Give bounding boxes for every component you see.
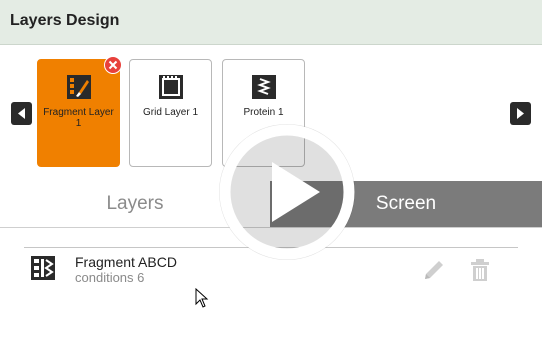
edit-pencil-icon[interactable]: [422, 258, 446, 282]
close-icon: [108, 60, 118, 70]
protein-icon: [252, 75, 276, 99]
chevron-right-icon: [517, 108, 524, 119]
carousel-next-button[interactable]: [510, 102, 531, 125]
mouse-cursor-icon: [195, 288, 209, 308]
layer-card-label: Protein 1: [243, 107, 284, 118]
chevron-left-icon: [18, 108, 25, 119]
layer-name: Fragment ABCD: [75, 254, 177, 270]
layer-conditions: conditions 6: [75, 270, 145, 285]
layer-card-label: Grid Layer 1: [142, 107, 199, 118]
play-icon[interactable]: [217, 122, 357, 262]
layer-card-fragment[interactable]: Fragment Layer 1: [37, 59, 120, 167]
carousel-prev-button[interactable]: [11, 102, 32, 125]
app-header: Layers Design: [0, 0, 542, 45]
trash-icon[interactable]: [469, 258, 491, 282]
fragment-layer-icon: [31, 256, 55, 280]
layer-card-grid[interactable]: Grid Layer 1: [129, 59, 212, 167]
page-title: Layers Design: [10, 12, 120, 29]
layer-card-label: Fragment Layer 1: [43, 107, 114, 129]
remove-layer-button[interactable]: [104, 56, 122, 74]
fragment-brush-icon: [67, 75, 91, 99]
grid-icon: [159, 75, 183, 99]
